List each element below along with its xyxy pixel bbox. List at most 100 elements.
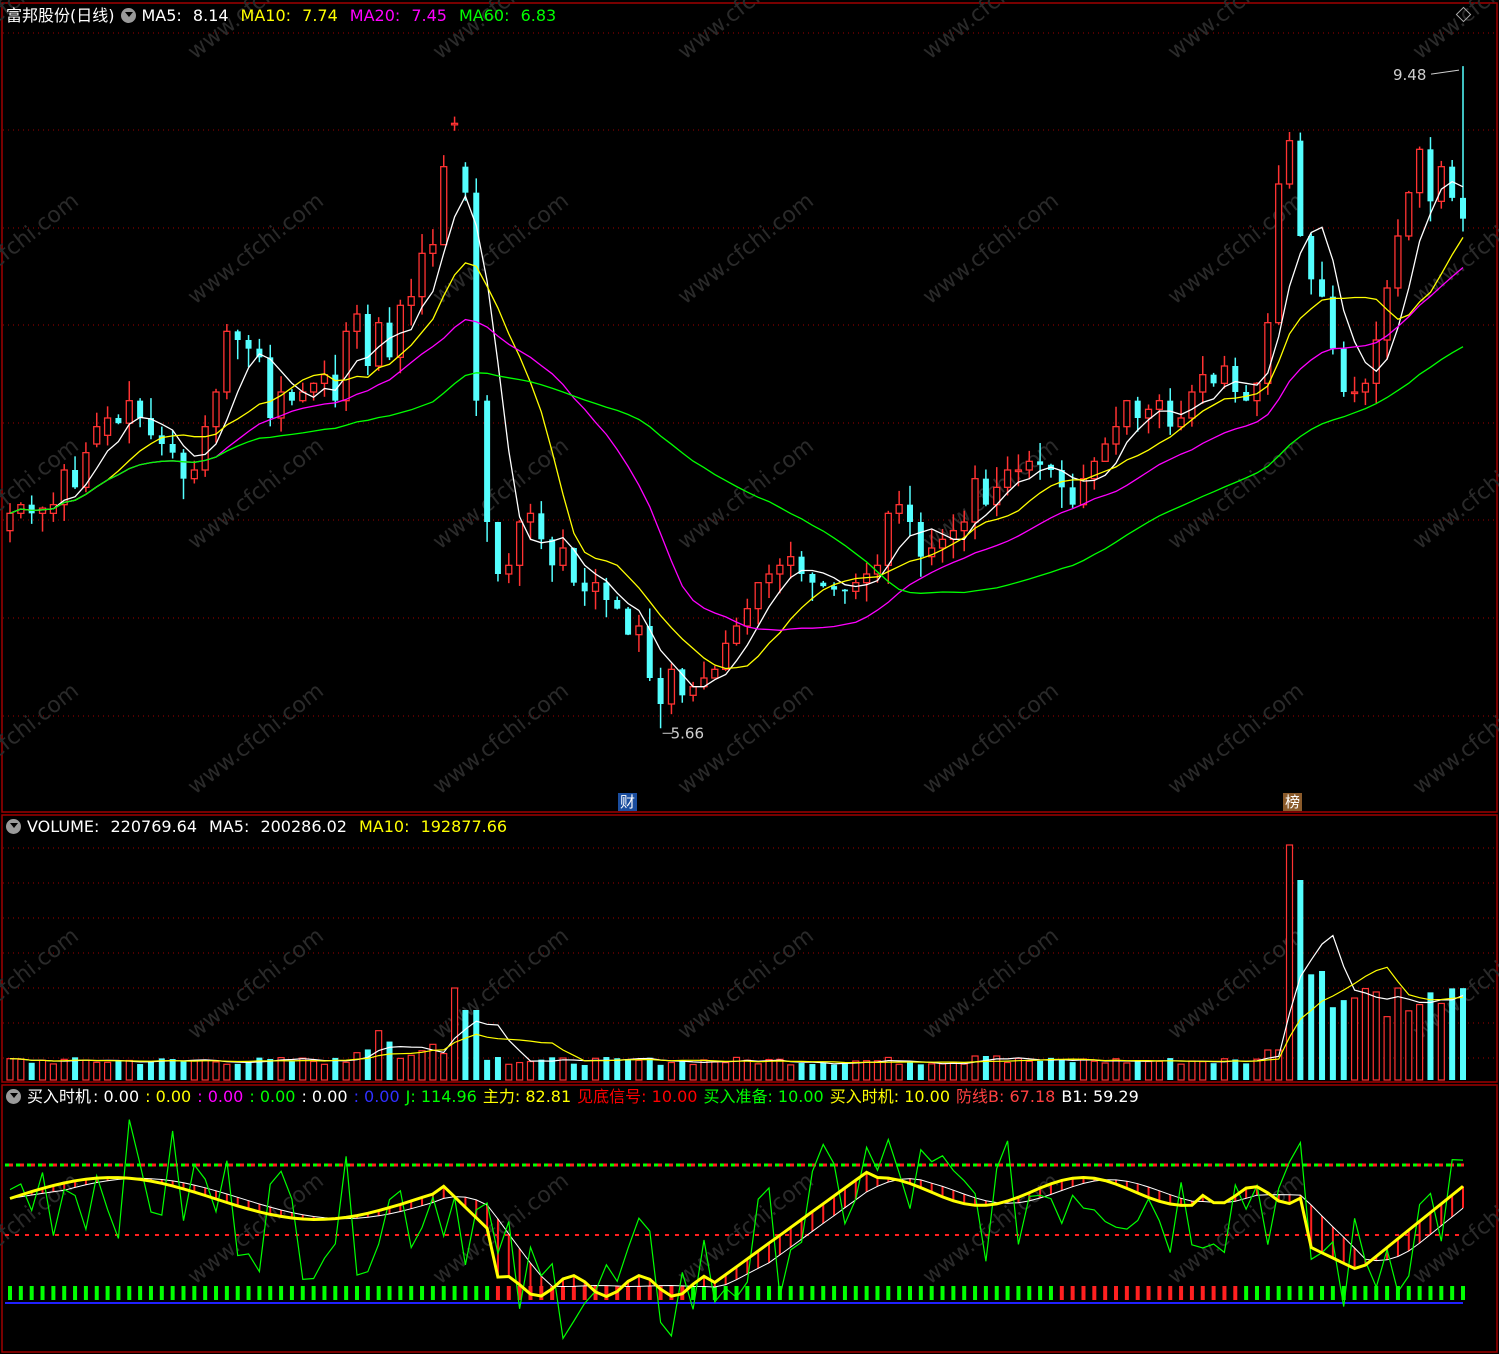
volume-bar — [38, 1059, 47, 1081]
watermark-text: www.cfchi.com — [183, 1168, 328, 1289]
signal-bar — [1363, 1286, 1368, 1300]
volume-bar — [1460, 988, 1466, 1080]
watermark-text: www.cfchi.com — [0, 1168, 84, 1289]
volume-bar — [1014, 1057, 1023, 1081]
signal-bar — [701, 1286, 706, 1300]
volume-bar — [1427, 992, 1434, 1080]
candle-body — [1275, 183, 1283, 324]
volume-bar — [1069, 1062, 1076, 1080]
low-price-label: 5.66 — [671, 724, 704, 742]
candle-body — [1003, 469, 1012, 488]
signal-bar — [322, 1286, 327, 1300]
volume-bar — [245, 1061, 252, 1080]
signal-bar — [18, 1286, 23, 1300]
signal-bar — [1092, 1286, 1097, 1300]
volume-bar — [364, 1049, 371, 1080]
signal-bar — [973, 1286, 978, 1300]
candle-body — [1112, 426, 1120, 445]
signal-bar — [582, 1286, 587, 1300]
signal-bar — [1124, 1286, 1129, 1300]
signal-bar — [647, 1286, 652, 1300]
candle-body — [375, 322, 383, 367]
signal-bar — [951, 1286, 956, 1300]
candle-body — [1383, 287, 1391, 341]
candle-body — [1297, 140, 1304, 236]
volume-bar — [320, 1063, 329, 1081]
signal-bar — [40, 1286, 45, 1300]
stock-chart-canvas[interactable]: www.cfchi.com www.cfchi.com www.cfchi.com w… — [0, 0, 1499, 1354]
candle-body — [732, 625, 741, 644]
candle-body — [581, 582, 588, 592]
cai-tag[interactable]: 财 — [618, 793, 638, 811]
signal-bar — [810, 1286, 815, 1300]
candle-body — [841, 589, 848, 592]
volume-bar — [1112, 1058, 1120, 1081]
volume-bar — [516, 1061, 524, 1081]
candle-body — [1361, 382, 1370, 393]
signal-bar — [842, 1286, 847, 1300]
candle-body — [28, 504, 35, 514]
indicator-zhunbei: 买入准备: 10.00 — [703, 1087, 824, 1106]
volume-bar — [581, 1064, 588, 1080]
candle-body — [1329, 296, 1336, 349]
volume-bar — [505, 1063, 513, 1081]
candle-body — [1319, 279, 1326, 297]
signal-bar — [1200, 1286, 1205, 1300]
volume-bar — [1308, 974, 1315, 1080]
watermark-text: www.cfchi.com — [1408, 188, 1499, 309]
candle-body — [38, 507, 47, 514]
signal-bar — [636, 1286, 641, 1300]
watermark-text: www.cfchi.com — [183, 678, 328, 799]
candle-body — [809, 574, 816, 583]
volume-bar — [765, 1058, 773, 1081]
candle-body — [180, 452, 187, 479]
volume-bar — [538, 1059, 545, 1080]
bang-tag[interactable]: 榜 — [1283, 793, 1303, 811]
candle-body — [689, 686, 697, 696]
candle-body — [657, 678, 664, 704]
volume-bar — [1329, 1007, 1336, 1080]
volume-bar — [1372, 991, 1380, 1081]
indicator-zero-2: : 0.00 — [197, 1087, 244, 1106]
volume-bar — [1253, 1058, 1261, 1081]
volume-bar — [906, 1062, 913, 1080]
candle-body — [884, 512, 892, 566]
watermark-text: www.cfchi.com — [1408, 433, 1499, 554]
volume-bar — [960, 1063, 968, 1081]
watermark-text: www.cfchi.com — [428, 678, 573, 799]
volume-bar — [190, 1060, 198, 1081]
signal-bar — [1005, 1286, 1010, 1300]
watermark-text: www.cfchi.com — [183, 923, 328, 1044]
signal-bar — [127, 1286, 132, 1300]
signal-bar — [1461, 1286, 1465, 1300]
volume-bar — [201, 1059, 209, 1081]
candle-body — [1069, 487, 1076, 505]
indicator-zero-values: : 0.00: 0.00: 0.00: 0.00: 0.00: 0.00 — [93, 1087, 406, 1106]
signal-bar — [279, 1286, 284, 1300]
settings-circle-icon[interactable] — [6, 819, 21, 834]
volume-bar — [1003, 1061, 1012, 1081]
candle-body — [635, 625, 643, 636]
indicator-zhuli: 主力: 82.81 — [482, 1087, 572, 1106]
volume-bar — [93, 1061, 101, 1081]
signal-bar — [148, 1286, 153, 1300]
signal-bar — [452, 1286, 457, 1300]
signal-bar — [344, 1286, 349, 1300]
volume-bar — [895, 1063, 903, 1081]
signal-bar — [354, 1286, 359, 1300]
signal-bar — [1070, 1286, 1075, 1300]
signal-bar — [51, 1286, 56, 1300]
candle-body — [1308, 236, 1315, 280]
candle-body — [895, 504, 903, 514]
settings-circle-icon[interactable] — [6, 1089, 21, 1104]
volume-bar — [831, 1064, 838, 1080]
candle-body — [603, 582, 610, 600]
volume-bar — [1123, 1062, 1131, 1081]
ma20-line — [9, 267, 1464, 631]
volume-bar — [657, 1064, 664, 1080]
volume-bar — [679, 1060, 686, 1080]
settings-circle-icon[interactable] — [120, 8, 136, 23]
signal-bar — [907, 1286, 912, 1300]
signal-bar — [853, 1286, 858, 1300]
volume-bar — [1058, 1059, 1065, 1080]
